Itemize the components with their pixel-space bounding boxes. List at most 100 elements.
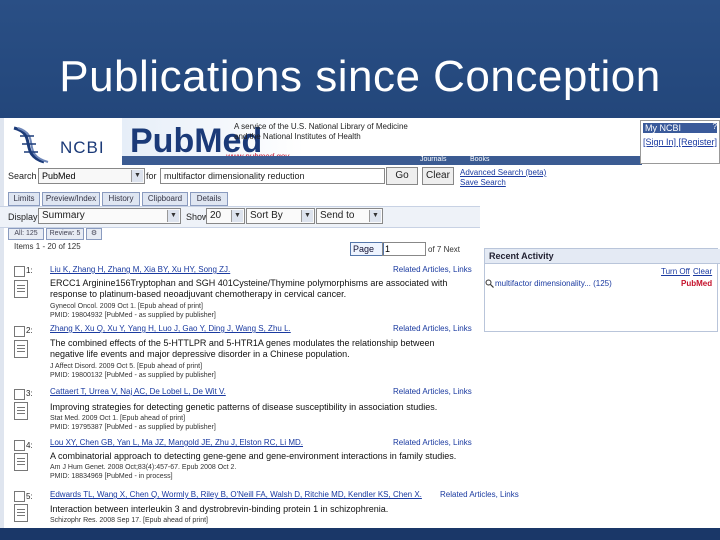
- page-of-next[interactable]: of 7 Next: [428, 245, 460, 254]
- result-citation: Gynecol Oncol. 2009 Oct 1. [Epub ahead o…: [50, 303, 203, 310]
- related-articles-link[interactable]: Related Articles, Links: [393, 265, 472, 274]
- show-count-select[interactable]: 20 ▼: [206, 208, 245, 224]
- slide-bottom-band: [0, 528, 720, 540]
- subtab-all[interactable]: All: 125: [8, 228, 44, 240]
- turn-off-link[interactable]: Turn Off: [661, 267, 690, 276]
- search-links: Advanced Search (beta) Save Search: [460, 168, 546, 188]
- chevron-down-icon: ▼: [167, 210, 179, 222]
- items-count: Items 1 - 20 of 125: [14, 242, 81, 251]
- chevron-down-icon: ▼: [131, 170, 143, 182]
- result-number: 3:: [26, 389, 33, 398]
- recent-search-item[interactable]: multifactor dimensionality... (125): [495, 279, 612, 288]
- nav-journals[interactable]: Journals: [420, 156, 446, 163]
- result-number: 2:: [26, 326, 33, 335]
- subtab-review[interactable]: Review: 5: [46, 228, 84, 240]
- myncbi-panel: My NCBI ? [Sign In] [Register]: [640, 120, 720, 164]
- ncbi-wordmark: NCBI: [60, 138, 105, 157]
- result-checkbox[interactable]: [14, 389, 25, 400]
- result-authors[interactable]: Lou XY, Chen GB, Yan L, Ma JZ, Mangold J…: [50, 438, 303, 447]
- abstract-icon[interactable]: [14, 402, 28, 420]
- result-number: 5:: [26, 492, 33, 501]
- nlm-credit: A service of the U.S. National Library o…: [234, 122, 414, 142]
- nlm-line2: and the National Institutes of Health: [234, 132, 361, 141]
- ncbi-logo[interactable]: NCBI: [8, 124, 118, 166]
- clear-button[interactable]: Clear: [422, 167, 454, 185]
- result-checkbox[interactable]: [14, 440, 25, 451]
- help-icon[interactable]: ?: [713, 122, 717, 131]
- result-checkbox[interactable]: [14, 326, 25, 337]
- database-value: PubMed: [42, 171, 76, 181]
- page-label: Page: [350, 242, 384, 256]
- nav-books[interactable]: Books: [470, 156, 489, 163]
- tab-details[interactable]: Details: [190, 192, 228, 206]
- related-articles-link[interactable]: Related Articles, Links: [393, 387, 472, 396]
- recent-activity-panel: Recent Activity Turn Off Clear multifact…: [484, 248, 720, 332]
- slide-title: Publications since Conception: [59, 52, 661, 101]
- send-to-select[interactable]: Send to ▼: [316, 208, 383, 224]
- tab-limits[interactable]: Limits: [8, 192, 40, 206]
- pubmed-screenshot: NCBI PubMed A service of the U.S. Nation…: [0, 118, 720, 528]
- settings-icon[interactable]: ⚙: [86, 228, 102, 240]
- search-label: Search: [8, 171, 37, 181]
- nav-strip: [122, 156, 642, 165]
- display-label: Display: [8, 212, 38, 222]
- search-icon: [485, 279, 494, 288]
- result-title: The combined effects of the 5-HTTLPR and…: [50, 338, 435, 359]
- result-authors[interactable]: Liu K, Zhang H, Zhang M, Xia BY, Xu HY, …: [50, 265, 230, 274]
- result-number: 4:: [26, 441, 33, 450]
- abstract-icon[interactable]: [14, 504, 28, 522]
- display-format-value: Summary: [42, 210, 85, 221]
- page-input[interactable]: 1: [382, 242, 426, 256]
- abstract-icon[interactable]: [14, 453, 28, 471]
- advanced-search-link[interactable]: Advanced Search (beta): [460, 168, 546, 178]
- result-citation: Schizophr Res. 2008 Sep 17. [Epub ahead …: [50, 517, 208, 524]
- left-border: [0, 118, 4, 528]
- show-count-value: 20: [210, 210, 222, 221]
- result-title: Improving strategies for detecting genet…: [50, 402, 438, 412]
- result-citation: Stat Med. 2009 Oct 1. [Epub ahead of pri…: [50, 415, 186, 422]
- related-articles-link[interactable]: Related Articles, Links: [393, 324, 472, 333]
- result-number: 1:: [26, 266, 33, 275]
- myncbi-title: My NCBI: [643, 123, 717, 133]
- result-pmid: PMID: 19804932 [PubMed - as supplied by …: [50, 312, 216, 319]
- signin-register-links[interactable]: [Sign In] [Register]: [643, 137, 717, 147]
- send-to-value: Send to: [320, 210, 355, 221]
- related-articles-link[interactable]: Related Articles, Links: [440, 490, 519, 499]
- abstract-icon[interactable]: [14, 280, 28, 298]
- ncbi-helix-icon: [13, 126, 49, 164]
- result-title: A combinatorial approach to detecting ge…: [50, 451, 457, 461]
- for-label: for: [146, 171, 157, 181]
- result-authors[interactable]: Cattaert T, Urrea V, Naj AC, De Lobel L,…: [50, 387, 226, 396]
- recent-search-db: PubMed: [681, 279, 713, 288]
- tab-preview-index[interactable]: Preview/Index: [42, 192, 100, 206]
- recent-activity-title: Recent Activity: [485, 249, 720, 264]
- tab-history[interactable]: History: [102, 192, 140, 206]
- go-button[interactable]: Go: [386, 167, 418, 185]
- chevron-down-icon: ▼: [231, 210, 243, 222]
- result-title: Interaction between interleukin 3 and dy…: [50, 504, 389, 514]
- result-title: ERCC1 Arginine156Tryptophan and SGH 401C…: [50, 278, 448, 299]
- chevron-down-icon: ▼: [301, 210, 313, 222]
- result-checkbox[interactable]: [14, 491, 25, 502]
- result-pmid: PMID: 19795387 [PubMed - as supplied by …: [50, 424, 216, 431]
- clear-history-link[interactable]: Clear: [693, 267, 712, 276]
- chevron-down-icon: ▼: [369, 210, 381, 222]
- result-citation: J Affect Disord. 2009 Oct 5. [Epub ahead…: [50, 363, 203, 370]
- display-format-select[interactable]: Summary ▼: [38, 208, 181, 224]
- sort-value: Sort By: [250, 210, 283, 221]
- sort-select[interactable]: Sort By ▼: [246, 208, 315, 224]
- result-checkbox[interactable]: [14, 266, 25, 277]
- result-citation: Am J Hum Genet. 2008 Oct;83(4):457-67. E…: [50, 464, 237, 471]
- search-input[interactable]: multifactor dimensionality reduction: [160, 168, 385, 184]
- nlm-line1: A service of the U.S. National Library o…: [234, 122, 408, 131]
- result-authors[interactable]: Zhang K, Xu Q, Xu Y, Yang H, Luo J, Gao …: [50, 324, 291, 333]
- result-authors[interactable]: Edwards TL, Wang X, Chen Q, Wormly B, Ri…: [50, 490, 422, 499]
- save-search-link[interactable]: Save Search: [460, 178, 546, 188]
- result-pmid: PMID: 19800132 [PubMed - as supplied by …: [50, 372, 216, 379]
- related-articles-link[interactable]: Related Articles, Links: [393, 438, 472, 447]
- result-pmid: PMID: 18834969 [PubMed - in process]: [50, 473, 173, 480]
- pubmed-logo-pub: Pub: [130, 122, 195, 160]
- database-select[interactable]: PubMed ▼: [38, 168, 145, 184]
- tab-clipboard[interactable]: Clipboard: [142, 192, 188, 206]
- abstract-icon[interactable]: [14, 340, 28, 358]
